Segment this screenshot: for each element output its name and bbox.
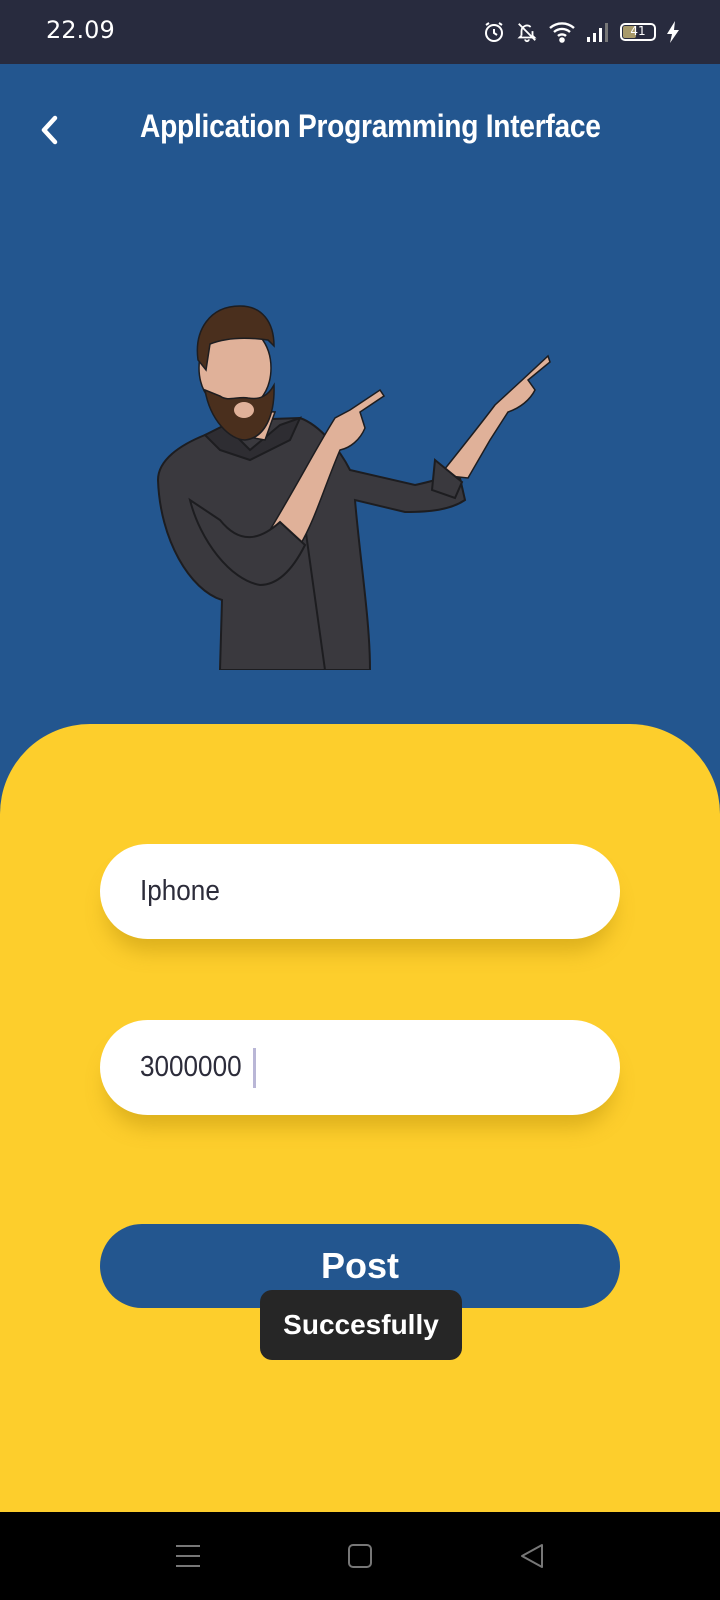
charging-icon — [666, 20, 680, 44]
wifi-icon — [548, 21, 576, 43]
price-input-value: 3000000 — [140, 1051, 242, 1083]
app-bar: Application Programming Interface — [0, 64, 720, 200]
back-triangle-icon — [521, 1544, 543, 1568]
price-input[interactable]: 3000000 — [100, 1020, 620, 1115]
status-time: 22.09 — [46, 16, 115, 44]
menu-button[interactable] — [166, 1534, 210, 1578]
form-panel: Iphone 3000000 Post — [0, 724, 720, 1512]
back-nav-button[interactable] — [510, 1534, 554, 1578]
page-title: Application Programming Interface — [140, 108, 601, 144]
menu-icon — [176, 1545, 200, 1567]
text-cursor — [252, 1047, 256, 1088]
pointing-man-illustration — [150, 300, 570, 671]
system-nav-bar — [0, 1512, 720, 1600]
name-input[interactable]: Iphone — [100, 844, 620, 939]
toast-message: Succesfully — [260, 1290, 462, 1360]
chevron-left-icon — [41, 115, 58, 145]
status-bar: 22.09 41 — [0, 0, 720, 64]
name-input-value: Iphone — [140, 875, 220, 907]
battery-icon: 41 — [620, 23, 656, 41]
bell-muted-icon — [516, 21, 538, 43]
back-button[interactable] — [28, 108, 72, 152]
alarm-icon — [482, 20, 506, 44]
status-icons: 41 — [482, 16, 680, 48]
signal-icon — [586, 21, 610, 43]
home-button[interactable] — [338, 1534, 382, 1578]
battery-level: 41 — [630, 24, 646, 38]
home-square-icon — [348, 1544, 372, 1568]
